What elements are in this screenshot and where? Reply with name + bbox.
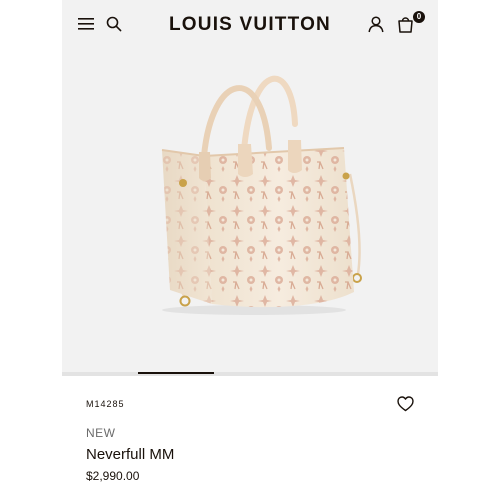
shopping-bag-icon[interactable] [397, 15, 414, 38]
product-sku: M14285 [86, 399, 125, 409]
app-frame: LOUIS VUITTON 0 M14285 NEW Neverfull MM … [62, 0, 438, 500]
account-icon[interactable] [368, 16, 384, 38]
top-header: LOUIS VUITTON 0 [62, 0, 438, 52]
cart-count-badge: 0 [413, 11, 425, 23]
heart-icon[interactable] [397, 396, 414, 417]
product-gallery[interactable] [62, 52, 438, 372]
product-details: M14285 NEW Neverfull MM $2,990.00 [62, 376, 438, 500]
new-badge: NEW [86, 426, 116, 440]
product-price: $2,990.00 [86, 469, 140, 483]
product-name[interactable]: Neverfull MM [86, 446, 174, 463]
tote-bag-image [161, 75, 362, 315]
carousel-active-segment [138, 372, 214, 374]
